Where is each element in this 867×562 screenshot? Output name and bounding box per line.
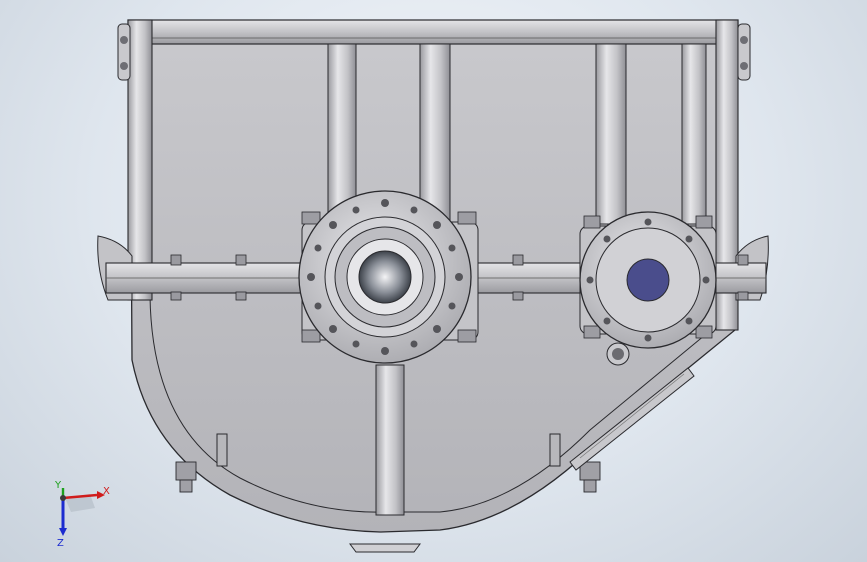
lifting-lug-left — [117, 23, 131, 81]
triad-x-label: X — [103, 486, 110, 497]
output-port — [626, 258, 670, 302]
lifting-lug-right — [737, 23, 751, 81]
post-4 — [681, 43, 707, 225]
post-3 — [595, 43, 627, 225]
bottom-drain — [349, 543, 421, 553]
lower-lug-left — [216, 433, 228, 467]
input-shaft-bore — [358, 250, 412, 304]
gearbox-model[interactable] — [0, 0, 867, 562]
lower-lug-right — [549, 433, 561, 467]
triad-y-label: Y — [54, 480, 62, 491]
top-rail — [127, 19, 739, 45]
reference-triad: X Y Z — [54, 480, 110, 549]
graphics-viewport[interactable]: X Y Z — [0, 0, 867, 562]
bottom-rib — [375, 364, 405, 516]
triad-z-label: Z — [57, 538, 64, 549]
